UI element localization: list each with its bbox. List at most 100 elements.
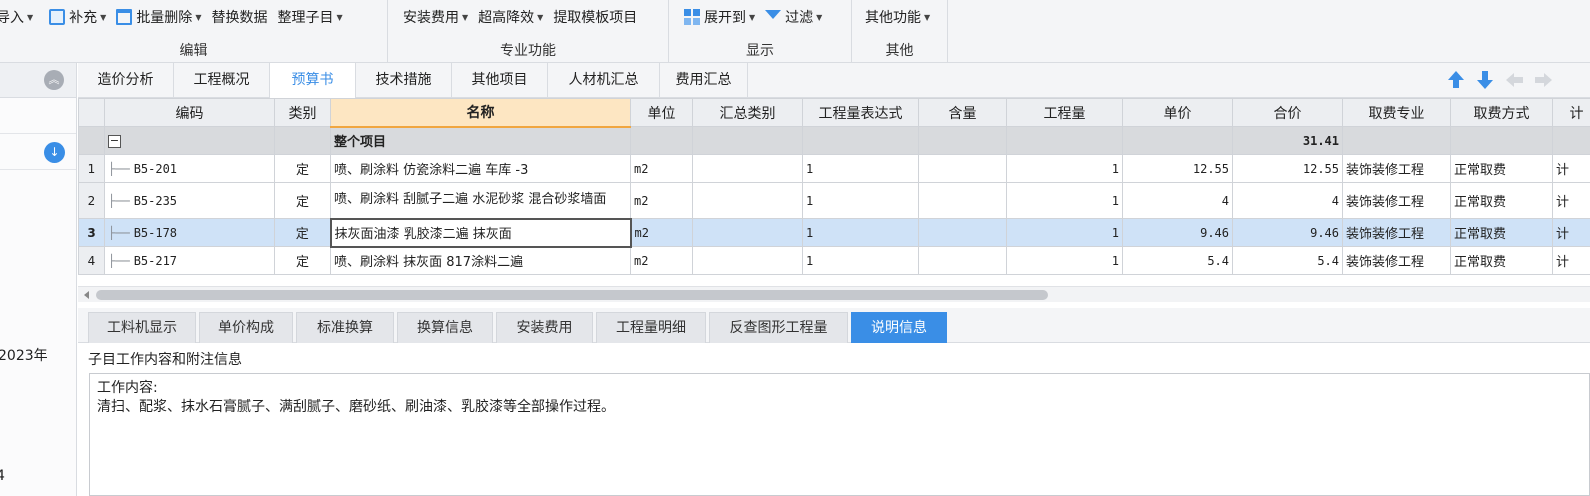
tab-cost-analysis[interactable]: 造价分析 (78, 63, 174, 98)
row-summary-type[interactable] (692, 246, 803, 275)
row-type[interactable]: 定 (274, 182, 331, 219)
row-extra[interactable]: 计 (1552, 218, 1590, 247)
row-fee-major[interactable]: 装饰装修工程 (1342, 218, 1451, 247)
header-content[interactable]: 含量 (918, 98, 1007, 127)
header-quantity-expression[interactable]: 工程量表达式 (802, 98, 919, 127)
row-quantity-expression[interactable]: 1 (802, 218, 919, 247)
row-fee-method[interactable]: 正常取费 (1450, 218, 1553, 247)
replace-data-button[interactable]: 替换数据 (211, 7, 267, 27)
expand-to-button[interactable]: 展开到 ▼ (684, 7, 755, 27)
row-code[interactable]: ├── B5-217 (104, 246, 275, 275)
header-quantity[interactable]: 工程量 (1006, 98, 1123, 127)
row-extra[interactable]: 计 (1552, 246, 1590, 275)
tab-labor-material-summary[interactable]: 人材机汇总 (548, 63, 660, 98)
other-functions-button[interactable]: 其他功能 ▼ (865, 7, 930, 27)
row-fee-method[interactable]: 正常取费 (1450, 154, 1553, 183)
row-name-editor[interactable]: 抹灰面油漆 乳胶漆二遍 抹灰面 (329, 217, 632, 248)
row-unit-price[interactable]: 4 (1122, 182, 1233, 219)
row-fee-method[interactable]: 正常取费 (1450, 182, 1553, 219)
info-textarea[interactable]: 工作内容: 清扫、配浆、抹水石膏腻子、满刮腻子、磨砂纸、刷油漆、乳胶漆等全部操作… (89, 373, 1590, 496)
import-button[interactable]: 导入 ▼ (0, 7, 33, 27)
row-extra[interactable]: 计 (1552, 182, 1590, 219)
table-row-selected[interactable]: 3 ├── B5-178 定 抹灰面油漆 乳胶漆二遍 抹灰面 m2 1 1 9.4… (78, 217, 1590, 248)
row-type[interactable]: 定 (274, 246, 331, 275)
header-unit[interactable]: 单位 (630, 98, 693, 127)
row-name[interactable]: 喷、刷涂料 仿瓷涂料二遍 车库 -3 (330, 154, 631, 183)
row-type[interactable]: 定 (274, 154, 331, 183)
row-quantity-expression[interactable]: 1 (802, 246, 919, 275)
row-unit[interactable]: m2 (630, 246, 693, 275)
tab-labor-material-display[interactable]: 工料机显示 (88, 312, 196, 343)
row-content[interactable] (918, 218, 1007, 247)
header-extra[interactable]: 计 (1552, 98, 1590, 127)
row-summary-type[interactable] (692, 218, 803, 247)
tab-description-info[interactable]: 说明信息 (851, 312, 947, 343)
horizontal-scrollbar[interactable] (78, 286, 1590, 302)
row-code[interactable]: ├── B5-235 (104, 182, 275, 219)
header-code[interactable]: 编码 (104, 98, 275, 127)
tab-technical-measures[interactable]: 技术措施 (356, 63, 452, 98)
high-rise-efficiency-button[interactable]: 超高降效 ▼ (478, 7, 543, 27)
tab-unit-price-composition[interactable]: 单价构成 (199, 312, 293, 343)
row-quantity-expression[interactable]: 1 (802, 182, 919, 219)
row-content[interactable] (918, 246, 1007, 275)
row-name[interactable]: 喷、刷涂料 抹灰面 817涂料二遍 (330, 246, 631, 275)
row-code[interactable]: ├── B5-178 (104, 218, 275, 247)
header-summary-type[interactable]: 汇总类别 (692, 98, 803, 127)
tab-conversion-info[interactable]: 换算信息 (397, 312, 493, 343)
arrow-down-circle-icon[interactable]: ↓ (44, 142, 65, 163)
row-fee-major[interactable]: 装饰装修工程 (1342, 246, 1451, 275)
filter-button[interactable]: 过滤 ▼ (765, 7, 822, 27)
row-content[interactable] (918, 154, 1007, 183)
header-type[interactable]: 类别 (274, 98, 331, 127)
table-row[interactable]: 4 ├── B5-217 定 喷、刷涂料 抹灰面 817涂料二遍 m2 1 1 5… (78, 246, 1590, 275)
install-fee-button[interactable]: 安装费用 ▼ (403, 7, 468, 27)
header-fee-method[interactable]: 取费方式 (1450, 98, 1553, 127)
row-fee-major[interactable]: 装饰装修工程 (1342, 182, 1451, 219)
header-unit-price[interactable]: 单价 (1122, 98, 1233, 127)
row-name[interactable]: 喷、刷涂料 刮腻子二遍 水泥砂浆 混合砂浆墙面 (330, 182, 631, 219)
row-type[interactable]: 定 (274, 218, 331, 247)
row-code[interactable]: ├── B5-201 (104, 154, 275, 183)
tab-quantity-detail[interactable]: 工程量明细 (596, 312, 706, 343)
tab-install-fee[interactable]: 安装费用 (496, 312, 593, 343)
row-fee-method[interactable]: 正常取费 (1450, 246, 1553, 275)
scrollbar-thumb[interactable] (96, 290, 1048, 300)
row-summary-type[interactable] (692, 182, 803, 219)
move-left-icon[interactable] (1506, 71, 1524, 89)
supplement-button[interactable]: 补充 ▼ (49, 7, 106, 27)
row-quantity[interactable]: 1 (1006, 154, 1123, 183)
row-unit-price[interactable]: 12.55 (1122, 154, 1233, 183)
tab-budget-book[interactable]: 预算书 (270, 63, 356, 98)
move-up-icon[interactable] (1447, 71, 1465, 89)
collapse-up-icon[interactable]: ︽ (44, 70, 64, 90)
tab-other-items[interactable]: 其他项目 (452, 63, 548, 98)
header-fee-major[interactable]: 取费专业 (1342, 98, 1451, 127)
group-row-whole-project[interactable]: − 整个项目 31.41 (78, 126, 1590, 155)
row-quantity[interactable]: 1 (1006, 182, 1123, 219)
organize-subitems-button[interactable]: 整理子目 ▼ (277, 7, 342, 27)
row-summary-type[interactable] (692, 154, 803, 183)
row-unit-price[interactable]: 5.4 (1122, 246, 1233, 275)
row-unit-price[interactable]: 9.46 (1122, 218, 1233, 247)
row-quantity-expression[interactable]: 1 (802, 154, 919, 183)
row-unit[interactable]: m2 (630, 218, 693, 247)
extract-template-button[interactable]: 提取模板项目 (553, 7, 637, 27)
row-content[interactable] (918, 182, 1007, 219)
tab-project-overview[interactable]: 工程概况 (174, 63, 270, 98)
row-fee-major[interactable]: 装饰装修工程 (1342, 154, 1451, 183)
row-unit[interactable]: m2 (630, 154, 693, 183)
move-right-icon[interactable] (1534, 71, 1552, 89)
header-total-price[interactable]: 合价 (1232, 98, 1343, 127)
row-unit[interactable]: m2 (630, 182, 693, 219)
scroll-left-icon[interactable] (84, 291, 89, 299)
tab-fee-summary[interactable]: 费用汇总 (660, 63, 748, 98)
table-row[interactable]: 2 ├── B5-235 定 喷、刷涂料 刮腻子二遍 水泥砂浆 混合砂浆墙面 m2… (78, 182, 1590, 219)
tab-standard-conversion[interactable]: 标准换算 (296, 312, 394, 343)
collapse-minus-icon[interactable]: − (108, 135, 121, 148)
tab-reverse-graphic-quantity[interactable]: 反查图形工程量 (709, 312, 848, 343)
row-extra[interactable]: 计 (1552, 154, 1590, 183)
header-name[interactable]: 名称 (330, 98, 631, 128)
move-down-icon[interactable] (1476, 71, 1494, 89)
row-quantity[interactable]: 1 (1006, 246, 1123, 275)
